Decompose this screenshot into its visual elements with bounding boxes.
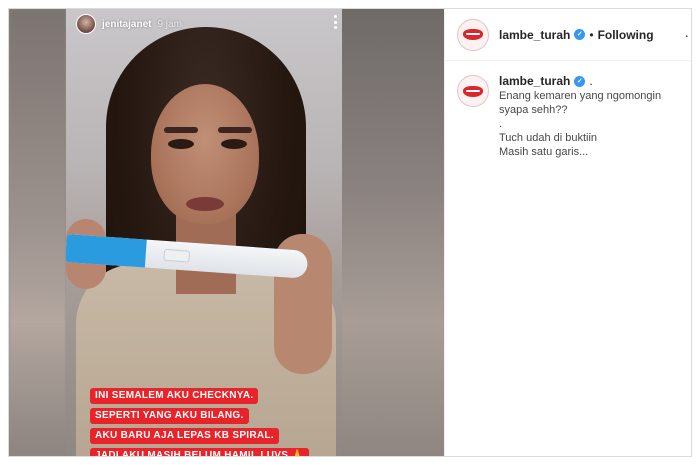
verified-badge-icon: ✓ bbox=[574, 29, 586, 40]
test-result-window bbox=[163, 248, 191, 263]
comment-body: lambe_turah ✓ . Enang kemaren yang ngomo… bbox=[499, 73, 661, 159]
author-avatar[interactable] bbox=[457, 18, 489, 51]
lips-logo-icon bbox=[463, 85, 483, 97]
media-blur-right bbox=[342, 9, 444, 456]
test-stick-cap bbox=[66, 234, 147, 268]
following-button[interactable]: Following bbox=[598, 28, 654, 42]
comment-avatar[interactable] bbox=[457, 75, 489, 107]
story-avatar bbox=[76, 14, 96, 34]
post-sidebar: lambe_turah ✓ • Following · lambe_turah … bbox=[444, 9, 691, 456]
more-options-icon[interactable]: · bbox=[684, 27, 689, 43]
caption-comment: lambe_turah ✓ . Enang kemaren yang ngomo… bbox=[445, 61, 691, 159]
story-more-icon bbox=[332, 15, 338, 29]
caption-line: JADI AKU MASIH BELUM HAMIL LUVS 🙏 bbox=[90, 448, 310, 456]
story-timestamp: 9 jam bbox=[157, 18, 182, 30]
story-header: jenitajanet 9 jam bbox=[76, 13, 182, 35]
left-brow bbox=[164, 127, 198, 133]
left-eye bbox=[168, 139, 194, 149]
right-eye bbox=[221, 139, 247, 149]
story-username: jenitajanet bbox=[102, 18, 152, 30]
post-modal: jenitajanet 9 jam INI SEMALEM AKU CHECKN… bbox=[8, 8, 692, 457]
caption-line: SEPERTI YANG AKU BILANG. bbox=[90, 408, 249, 424]
story-caption: INI SEMALEM AKU CHECKNYA. SEPERTI YANG A… bbox=[90, 385, 330, 456]
right-brow bbox=[218, 127, 252, 133]
verified-badge-icon: ✓ bbox=[574, 75, 586, 87]
author-username[interactable]: lambe_turah bbox=[499, 28, 570, 42]
lips-logo-icon bbox=[463, 29, 483, 40]
comment-username[interactable]: lambe_turah bbox=[499, 74, 570, 88]
media-blur-left bbox=[9, 9, 66, 456]
comment-trailing-dot: . bbox=[589, 74, 593, 88]
subject-lips bbox=[186, 197, 224, 211]
comment-line: syapa sehh?? bbox=[499, 104, 568, 116]
story-screenshot: jenitajanet 9 jam INI SEMALEM AKU CHECKN… bbox=[66, 9, 342, 456]
comment-line: Tuch udah di buktiin bbox=[499, 132, 598, 144]
post-media[interactable]: jenitajanet 9 jam INI SEMALEM AKU CHECKN… bbox=[9, 9, 444, 456]
caption-line: AKU BARU AJA LEPAS KB SPIRAL. bbox=[90, 428, 279, 444]
comment-line: Enang kemaren yang ngomongin bbox=[499, 90, 662, 102]
comment-line: Masih satu garis... bbox=[499, 146, 589, 158]
header-separator: • bbox=[589, 27, 594, 42]
caption-line: INI SEMALEM AKU CHECKNYA. bbox=[90, 388, 259, 404]
comment-line: . bbox=[499, 118, 503, 130]
post-header: lambe_turah ✓ • Following · bbox=[445, 9, 691, 61]
